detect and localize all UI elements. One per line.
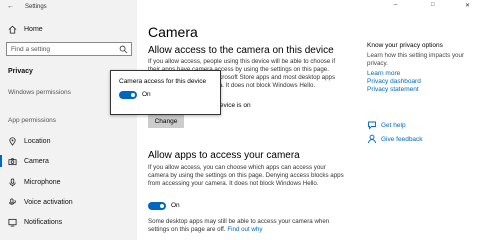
change-button[interactable]: Change xyxy=(148,114,184,128)
apps-access-toggle[interactable] xyxy=(148,202,166,210)
search-icon xyxy=(119,45,128,54)
sidebar-section-title: Privacy xyxy=(8,68,33,75)
sidebar-item-label: Microphone xyxy=(24,178,61,186)
minimize-button[interactable]: – xyxy=(394,2,397,8)
main-content: – □ ✕ Camera Allow access to the camera … xyxy=(137,0,480,240)
section-heading-device: Allow access to the camera on this devic… xyxy=(148,45,334,56)
sidebar-app-permissions: App permissions xyxy=(8,117,57,124)
privacy-options-panel: Know your privacy options Learn how this… xyxy=(367,42,477,94)
find-out-why-link[interactable]: Find out why xyxy=(227,226,262,233)
section-heading-apps: Allow apps to access your camera xyxy=(148,150,300,161)
sidebar-item-home[interactable]: Home xyxy=(0,21,137,37)
privacy-options-subtitle: Learn how this setting impacts your priv… xyxy=(367,52,464,67)
voice-activation-icon xyxy=(7,197,17,207)
sidebar-item-location[interactable]: Location xyxy=(0,133,137,149)
get-help-link[interactable]: Get help xyxy=(367,120,406,130)
get-help-icon xyxy=(367,120,377,130)
notifications-icon xyxy=(7,217,17,227)
device-access-toggle-state: On xyxy=(142,91,151,98)
get-help-label: Get help xyxy=(381,121,406,129)
sidebar-item-camera[interactable]: Camera xyxy=(0,153,137,169)
privacy-dashboard-link[interactable]: Privacy dashboard xyxy=(367,78,477,86)
privacy-statement-link[interactable]: Privacy statement xyxy=(367,86,477,94)
section-description-apps: If you allow access, you can choose whic… xyxy=(148,164,344,187)
sidebar-item-label: Camera xyxy=(24,157,49,165)
sidebar-item-microphone[interactable]: Microphone xyxy=(0,174,137,190)
back-arrow-icon[interactable]: ← xyxy=(7,3,14,10)
apps-access-toggle-state: On xyxy=(171,202,180,209)
device-access-toggle[interactable] xyxy=(119,91,137,99)
camera-icon xyxy=(7,156,17,166)
search-input[interactable]: Find a setting xyxy=(6,42,132,56)
sidebar-item-label: Notifications xyxy=(24,218,63,226)
window-title: Settings xyxy=(25,4,47,10)
privacy-options-title: Know your privacy options xyxy=(367,42,443,49)
sidebar-windows-permissions: Windows permissions xyxy=(8,89,71,96)
sidebar-item-label: Location xyxy=(24,137,51,145)
device-camera-access-popup: Camera access for this device On xyxy=(110,70,221,115)
sidebar-item-label: Voice activation xyxy=(24,198,73,206)
popup-title: Camera access for this device xyxy=(119,78,207,85)
give-feedback-icon xyxy=(367,134,377,144)
maximize-button[interactable]: □ xyxy=(431,2,435,8)
learn-more-link[interactable]: Learn more xyxy=(367,70,477,78)
microphone-icon xyxy=(7,177,17,187)
sidebar-item-label: Home xyxy=(24,25,43,33)
close-button[interactable]: ✕ xyxy=(465,2,470,9)
sidebar-item-voice-activation[interactable]: Voice activation xyxy=(0,194,137,210)
page-title: Camera xyxy=(148,24,198,40)
home-icon xyxy=(7,24,17,34)
location-icon xyxy=(7,136,17,146)
desktop-apps-footnote: Some desktop apps may still be able to a… xyxy=(148,218,348,234)
give-feedback-link[interactable]: Give feedback xyxy=(367,134,423,144)
sidebar: ← Settings Home Find a setting Privacy W… xyxy=(0,0,137,240)
search-placeholder: Find a setting xyxy=(11,46,51,53)
give-feedback-label: Give feedback xyxy=(381,135,423,143)
sidebar-item-notifications[interactable]: Notifications xyxy=(0,214,137,230)
